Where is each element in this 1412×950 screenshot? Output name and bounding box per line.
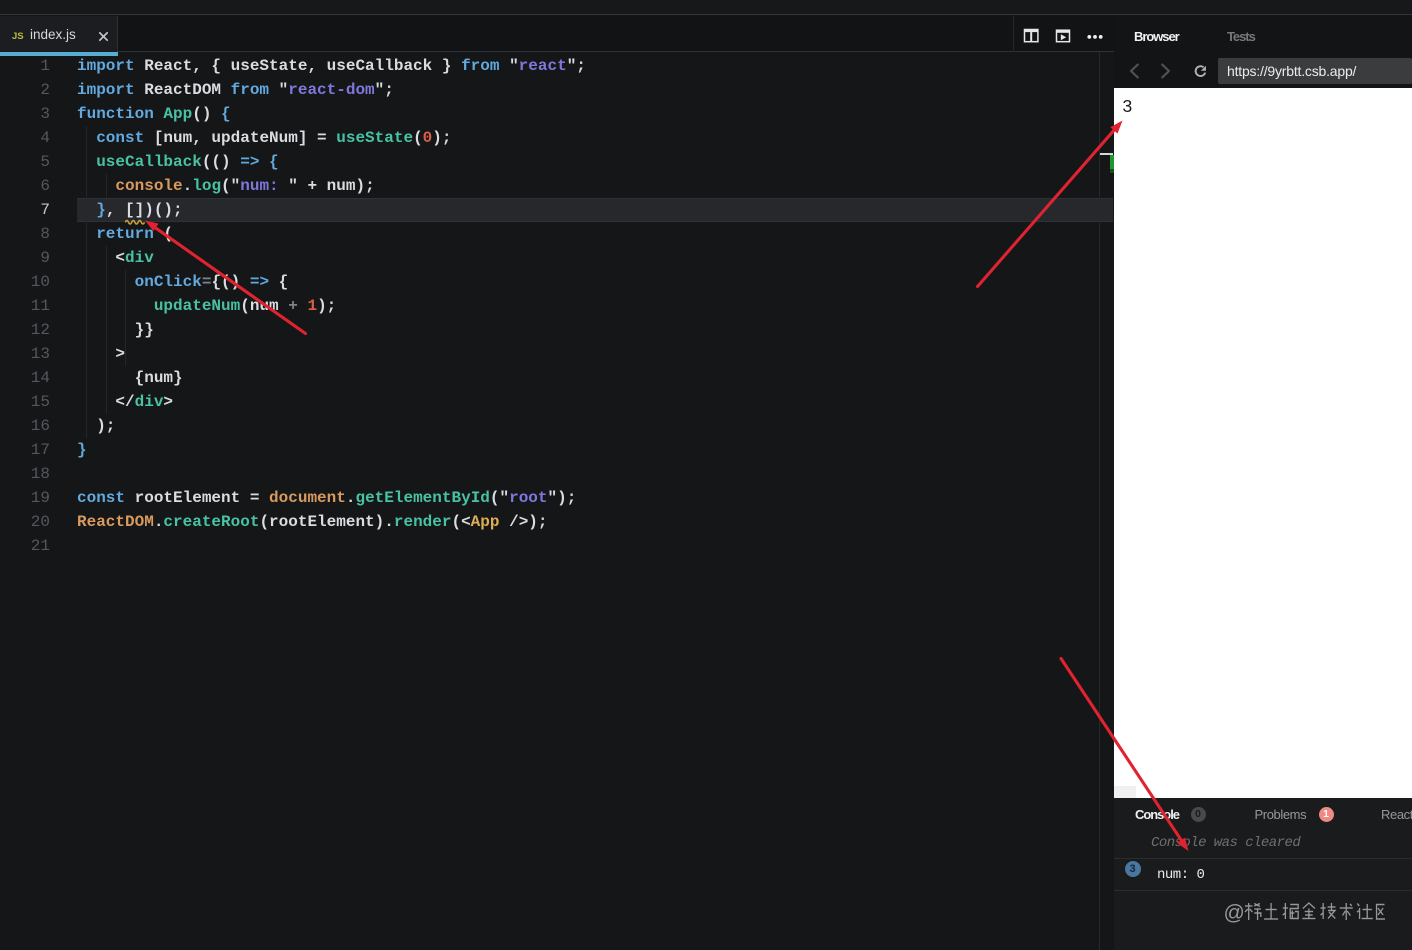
svg-text:@: @	[1224, 902, 1245, 925]
